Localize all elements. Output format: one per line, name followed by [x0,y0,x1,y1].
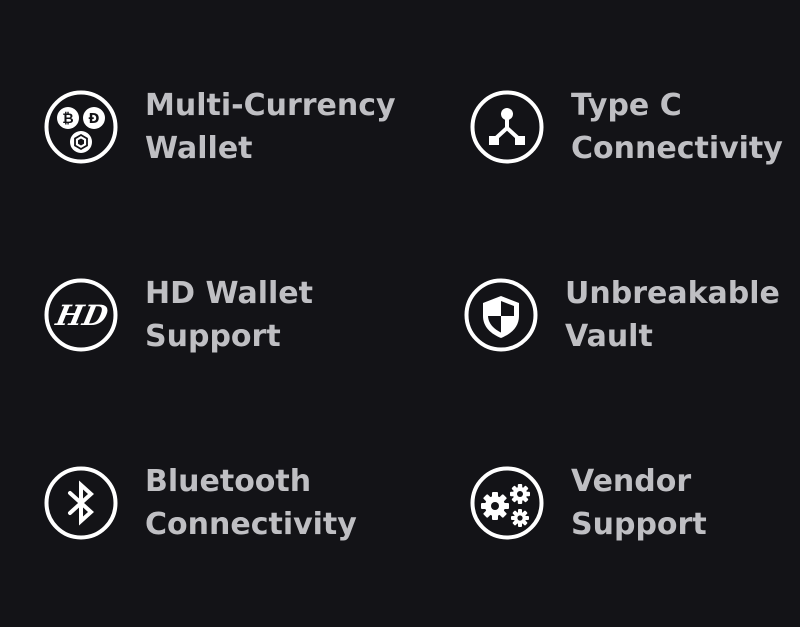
svg-text:Đ: Đ [89,112,100,127]
feature-title-line2: Connectivity [571,131,783,166]
multi-currency-coins-icon: ₿ Đ [44,90,118,164]
hd-icon-text: HD [52,298,111,332]
feature-title-line1: Multi-Currency [145,88,396,123]
feature-title-line1: Bluetooth [145,464,312,499]
bluetooth-icon [44,466,118,540]
feature-type-c-connectivity: Type C Connectivity [470,84,783,170]
feature-vendor-support: Vendor Support [470,460,707,546]
shield-icon [464,278,538,352]
feature-title-line2: Support [571,507,707,542]
feature-bluetooth-connectivity: Bluetooth Connectivity [44,460,357,546]
svg-text:₿: ₿ [62,111,73,127]
feature-unbreakable-vault: Unbreakable Vault [464,272,780,358]
feature-hd-wallet-support: HD HD Wallet Support [44,272,313,358]
feature-label: Unbreakable Vault [565,272,780,358]
type-c-usb-icon [470,90,544,164]
gears-icon [470,466,544,540]
feature-label: Type C Connectivity [571,84,783,170]
feature-multi-currency-wallet: ₿ Đ Multi-Currency Wallet [44,84,396,170]
feature-title-line2: Connectivity [145,507,357,542]
feature-label: Multi-Currency Wallet [145,84,396,170]
feature-title-line2: Vault [565,319,653,354]
hd-wallet-icon: HD [44,278,118,352]
feature-label: HD Wallet Support [145,272,313,358]
feature-title-line2: Wallet [145,131,253,166]
feature-title-line1: Vendor [571,464,692,499]
feature-title-line1: Unbreakable [565,276,780,311]
feature-label: Vendor Support [571,460,707,546]
feature-title-line2: Support [145,319,281,354]
feature-title-line1: HD Wallet [145,276,313,311]
feature-title-line1: Type C [571,88,682,123]
feature-label: Bluetooth Connectivity [145,460,357,546]
